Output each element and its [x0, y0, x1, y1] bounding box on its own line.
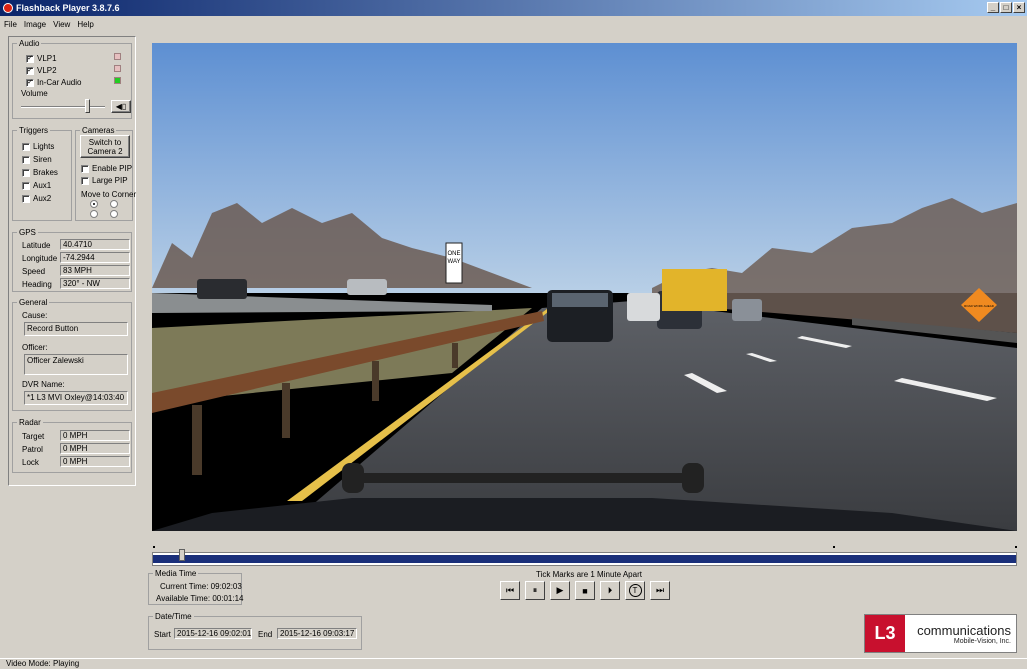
window-title: Flashback Player 3.8.7.6 [16, 3, 120, 13]
status-bar: Video Mode: Playing [0, 658, 1027, 669]
skip-to-start-button[interactable]: ⏮ [500, 581, 520, 600]
corner-bottom-right-radio[interactable] [110, 210, 118, 218]
volume-thumb[interactable] [84, 99, 90, 113]
vlp1-indicator [114, 53, 121, 60]
play-icon: ▶ [556, 585, 564, 595]
step-forward-icon: ⏵ [607, 585, 613, 595]
radar-target-value: 0 MPH [60, 430, 130, 441]
menu-file[interactable]: File [4, 20, 17, 29]
vlp1-checkbox[interactable]: ✓ [26, 54, 34, 63]
tick-mark [153, 546, 155, 548]
logo-line1: communications [917, 622, 1011, 638]
menu-help[interactable]: Help [77, 20, 93, 29]
latitude-value: 40.4710 [60, 239, 130, 250]
menu-bar: File Image View Help [0, 17, 94, 31]
longitude-label: Longitude [22, 254, 58, 263]
pause-icon: ⏸ [532, 585, 538, 595]
l3-mark: L3 [865, 615, 905, 652]
available-time: Available Time: 00:01:14 [156, 594, 244, 603]
tick-mark [1015, 546, 1017, 548]
tick-marks-note: Tick Marks are 1 Minute Apart [536, 570, 642, 579]
audio-vlp2[interactable]: ✓ VLP2 [26, 66, 57, 75]
dvr-name-value: *1 L3 MVI Oxley@14:03:40 [24, 391, 128, 405]
logo-line2: Mobile-Vision, Inc. [953, 637, 1011, 645]
app-icon [3, 3, 13, 13]
current-time: Current Time: 09:02:03 [160, 582, 242, 591]
menu-image[interactable]: Image [24, 20, 46, 29]
trigger-aux2[interactable]: Aux2 [22, 194, 51, 203]
radar-lock-value: 0 MPH [60, 456, 130, 467]
start-value: 2015-12-16 09:02:01 [174, 628, 252, 639]
radar-lock-label: Lock [22, 458, 39, 467]
heading-value: 320° - NW [60, 278, 130, 289]
stop-icon: ■ [582, 585, 588, 596]
l3-logo: L3 communications Mobile-Vision, Inc. [864, 614, 1017, 653]
corner-bottom-left-radio[interactable] [90, 210, 98, 218]
heading-label: Heading [22, 280, 52, 289]
radar-patrol-value: 0 MPH [60, 443, 130, 454]
officer-label: Officer: [22, 343, 48, 352]
vlp2-indicator [114, 65, 121, 72]
audio-in-car[interactable]: ✓ In-Car Audio [26, 78, 81, 87]
enable-pip[interactable]: Enable PIP [81, 164, 132, 173]
latitude-label: Latitude [22, 241, 51, 250]
officer-value: Officer Zalewski [24, 354, 128, 375]
play-button[interactable]: ▶ [550, 581, 570, 600]
left-panel: Audio ✓ VLP1 ✓ VLP2 ✓ In-Car Audio Volume ◀… [8, 36, 136, 486]
one-way-sign-way: WAY [448, 259, 461, 265]
trigger-brakes[interactable]: Brakes [22, 168, 58, 177]
trigger-siren[interactable]: Siren [22, 155, 52, 164]
speed-label: Speed [22, 267, 46, 276]
skip-to-end-button[interactable]: ⏭ [650, 581, 670, 600]
large-pip[interactable]: Large PIP [81, 176, 128, 185]
cause-label: Cause: [22, 311, 48, 320]
step-forward-button[interactable]: ⏵ [600, 581, 620, 600]
tick-mark [833, 546, 835, 548]
maximize-button[interactable]: □ [1000, 2, 1012, 13]
t-circle-icon: T [628, 584, 642, 597]
timeline-thumb[interactable] [178, 549, 185, 561]
minimize-button[interactable]: _ [987, 2, 999, 13]
dashcam-scene: ONE WAY ROAD WORK AHEAD [152, 43, 1017, 531]
vlp2-checkbox[interactable]: ✓ [26, 66, 34, 75]
trigger-t-button[interactable]: T [625, 581, 645, 600]
switch-camera-button[interactable]: Switch to Camera 2 [80, 135, 130, 158]
dvr-name-label: DVR Name: [22, 380, 65, 389]
skip-end-icon: ⏭ [655, 585, 665, 595]
road-work-sign: ROAD WORK AHEAD [964, 304, 995, 308]
in-car-audio-checkbox[interactable]: ✓ [26, 78, 34, 87]
stop-button[interactable]: ■ [575, 581, 595, 600]
skip-start-icon: ⏮ [505, 585, 515, 595]
close-button[interactable]: × [1013, 2, 1025, 13]
speed-value: 83 MPH [60, 265, 130, 276]
mute-button[interactable]: ◀▯ [111, 100, 131, 113]
volume-slider[interactable] [21, 106, 105, 108]
video-frame[interactable]: ONE WAY ROAD WORK AHEAD [152, 43, 1017, 531]
cause-value: Record Button [24, 322, 128, 336]
start-label: Start [154, 630, 171, 639]
trigger-aux1[interactable]: Aux1 [22, 181, 51, 190]
speaker-icon: ◀▯ [115, 102, 127, 111]
pause-button[interactable]: ⏸ [525, 581, 545, 600]
volume-label: Volume [21, 89, 48, 98]
longitude-value: -74.2944 [60, 252, 130, 263]
radar-patrol-label: Patrol [22, 445, 43, 454]
radar-target-label: Target [22, 432, 45, 441]
end-label: End [258, 630, 273, 639]
corner-top-right-radio[interactable] [110, 200, 118, 208]
timeline-progress [153, 555, 1016, 563]
corner-top-left-radio[interactable] [90, 200, 98, 208]
timeline-slider[interactable] [152, 549, 1017, 566]
trigger-lights[interactable]: Lights [22, 142, 54, 151]
in-car-audio-indicator [114, 77, 121, 84]
end-value: 2015-12-16 09:03:17 [277, 628, 357, 639]
title-bar: Flashback Player 3.8.7.6 _ □ × [0, 0, 1027, 16]
move-to-corner-label: Move to Corner [81, 190, 137, 199]
menu-view[interactable]: View [53, 20, 70, 29]
audio-vlp1[interactable]: ✓ VLP1 [26, 54, 57, 63]
one-way-sign-one: ONE [447, 251, 460, 257]
